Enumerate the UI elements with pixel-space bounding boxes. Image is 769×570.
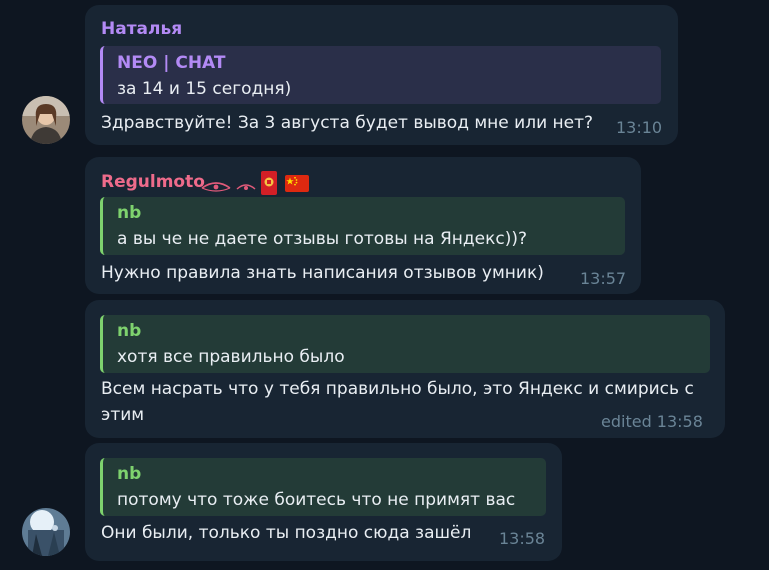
message-text-line-2: этим — [101, 405, 145, 425]
reply-quote-title: NEO | CHAT — [117, 53, 226, 73]
reply-quote-text: за 14 и 15 сегодня) — [117, 79, 292, 99]
sender-name[interactable]: Наталья — [101, 19, 182, 39]
message-text: Здравствуйте! За 3 августа будет вывод м… — [101, 113, 594, 133]
message-time: 13:57 — [580, 269, 627, 288]
message-time: 13:10 — [616, 118, 663, 137]
sender-decorations — [201, 170, 311, 195]
avatar-natalya[interactable] — [22, 96, 70, 144]
message-bubble[interactable]: Regulmoto nb а вы че не даете отзывы гот… — [85, 157, 641, 294]
reply-quote[interactable]: nb а вы че не даете отзывы готовы на Янд… — [100, 197, 625, 255]
eye-icon — [236, 184, 256, 190]
reply-quote-text: а вы че не даете отзывы готовы на Яндекс… — [117, 229, 528, 249]
message-bubble[interactable]: nb потому что тоже боитесь что не примят… — [85, 443, 562, 561]
reply-quote[interactable]: nb потому что тоже боитесь что не примят… — [100, 458, 546, 516]
reply-quote[interactable]: nb хотя все правильно было — [100, 315, 710, 373]
message-bubble[interactable]: Наталья NEO | CHAT за 14 и 15 сегодня) З… — [85, 5, 678, 145]
message-time: 13:58 — [499, 529, 546, 548]
red-envelope-icon — [261, 171, 277, 195]
avatar-user[interactable] — [22, 508, 70, 556]
message-text-line-1: Всем насрать что у тебя правильно было, … — [101, 379, 694, 399]
reply-quote-title: nb — [117, 321, 142, 341]
reply-quote[interactable]: NEO | CHAT за 14 и 15 сегодня) — [100, 46, 661, 104]
message-time: edited 13:58 — [601, 412, 703, 431]
reply-quote-text: хотя все правильно было — [117, 347, 345, 367]
message-bubble[interactable]: nb хотя все правильно было Всем насрать … — [85, 300, 725, 438]
message-text: Нужно правила знать написания отзывов ум… — [101, 263, 544, 283]
reply-quote-title: nb — [117, 203, 142, 223]
message-text: Они были, только ты поздно сюда зашёл — [101, 523, 472, 543]
eye-icon — [201, 182, 231, 192]
reply-quote-text: потому что тоже боитесь что не примят ва… — [117, 490, 516, 510]
china-flag-icon — [285, 175, 309, 192]
sender-name[interactable]: Regulmoto — [101, 172, 205, 192]
reply-quote-title: nb — [117, 464, 142, 484]
